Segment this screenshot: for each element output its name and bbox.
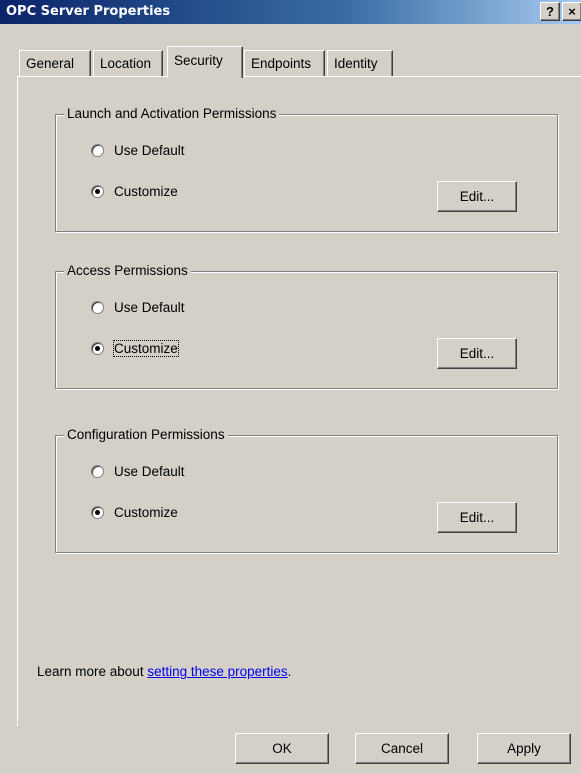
title-bar: OPC Server Properties ? × (0, 0, 581, 24)
radio-label: Customize (114, 505, 178, 520)
configuration-edit-button[interactable]: Edit... (437, 502, 517, 533)
radio-button[interactable] (91, 144, 104, 157)
radio-label: Use Default (114, 143, 185, 158)
tab-label: Identity (334, 56, 378, 71)
access-edit-button[interactable]: Edit... (437, 338, 517, 369)
radio-button[interactable] (91, 506, 104, 519)
radio-button[interactable] (91, 342, 104, 355)
properties-dialog: OPC Server Properties ? × General Locati… (0, 0, 581, 774)
tab-security[interactable]: Security (167, 46, 243, 78)
group-title: Access Permissions (64, 263, 191, 278)
configuration-permissions-group: Configuration Permissions Use Default Cu… (55, 427, 558, 553)
tab-endpoints[interactable]: Endpoints (244, 50, 325, 77)
radio-button[interactable] (91, 465, 104, 478)
ok-button[interactable]: OK (235, 733, 329, 764)
group-title: Launch and Activation Permissions (64, 106, 280, 121)
radio-button[interactable] (91, 301, 104, 314)
group-title: Configuration Permissions (64, 427, 228, 442)
radio-label: Customize (114, 184, 178, 199)
radio-label: Use Default (114, 464, 185, 479)
tab-label: Security (174, 53, 223, 68)
tab-identity[interactable]: Identity (327, 50, 393, 77)
tab-label: Location (100, 56, 152, 71)
radio-label: Customize (113, 340, 179, 357)
cancel-button[interactable]: Cancel (355, 733, 449, 764)
tab-location[interactable]: Location (93, 50, 163, 77)
close-button[interactable]: × (562, 2, 581, 21)
tab-label: General (26, 56, 75, 71)
help-button[interactable]: ? (540, 2, 560, 21)
access-permissions-group: Access Permissions Use Default Customize… (55, 263, 558, 389)
launch-activation-group: Launch and Activation Permissions Use De… (55, 106, 558, 232)
radio-label: Use Default (114, 300, 185, 315)
security-tab-panel: Launch and Activation Permissions Use De… (17, 76, 581, 726)
launch-edit-button[interactable]: Edit... (437, 181, 517, 212)
tab-label: Endpoints (251, 56, 312, 71)
radio-button[interactable] (91, 185, 104, 198)
tab-general[interactable]: General (19, 50, 91, 77)
window-title: OPC Server Properties (6, 4, 171, 19)
apply-button[interactable]: Apply (477, 733, 571, 764)
